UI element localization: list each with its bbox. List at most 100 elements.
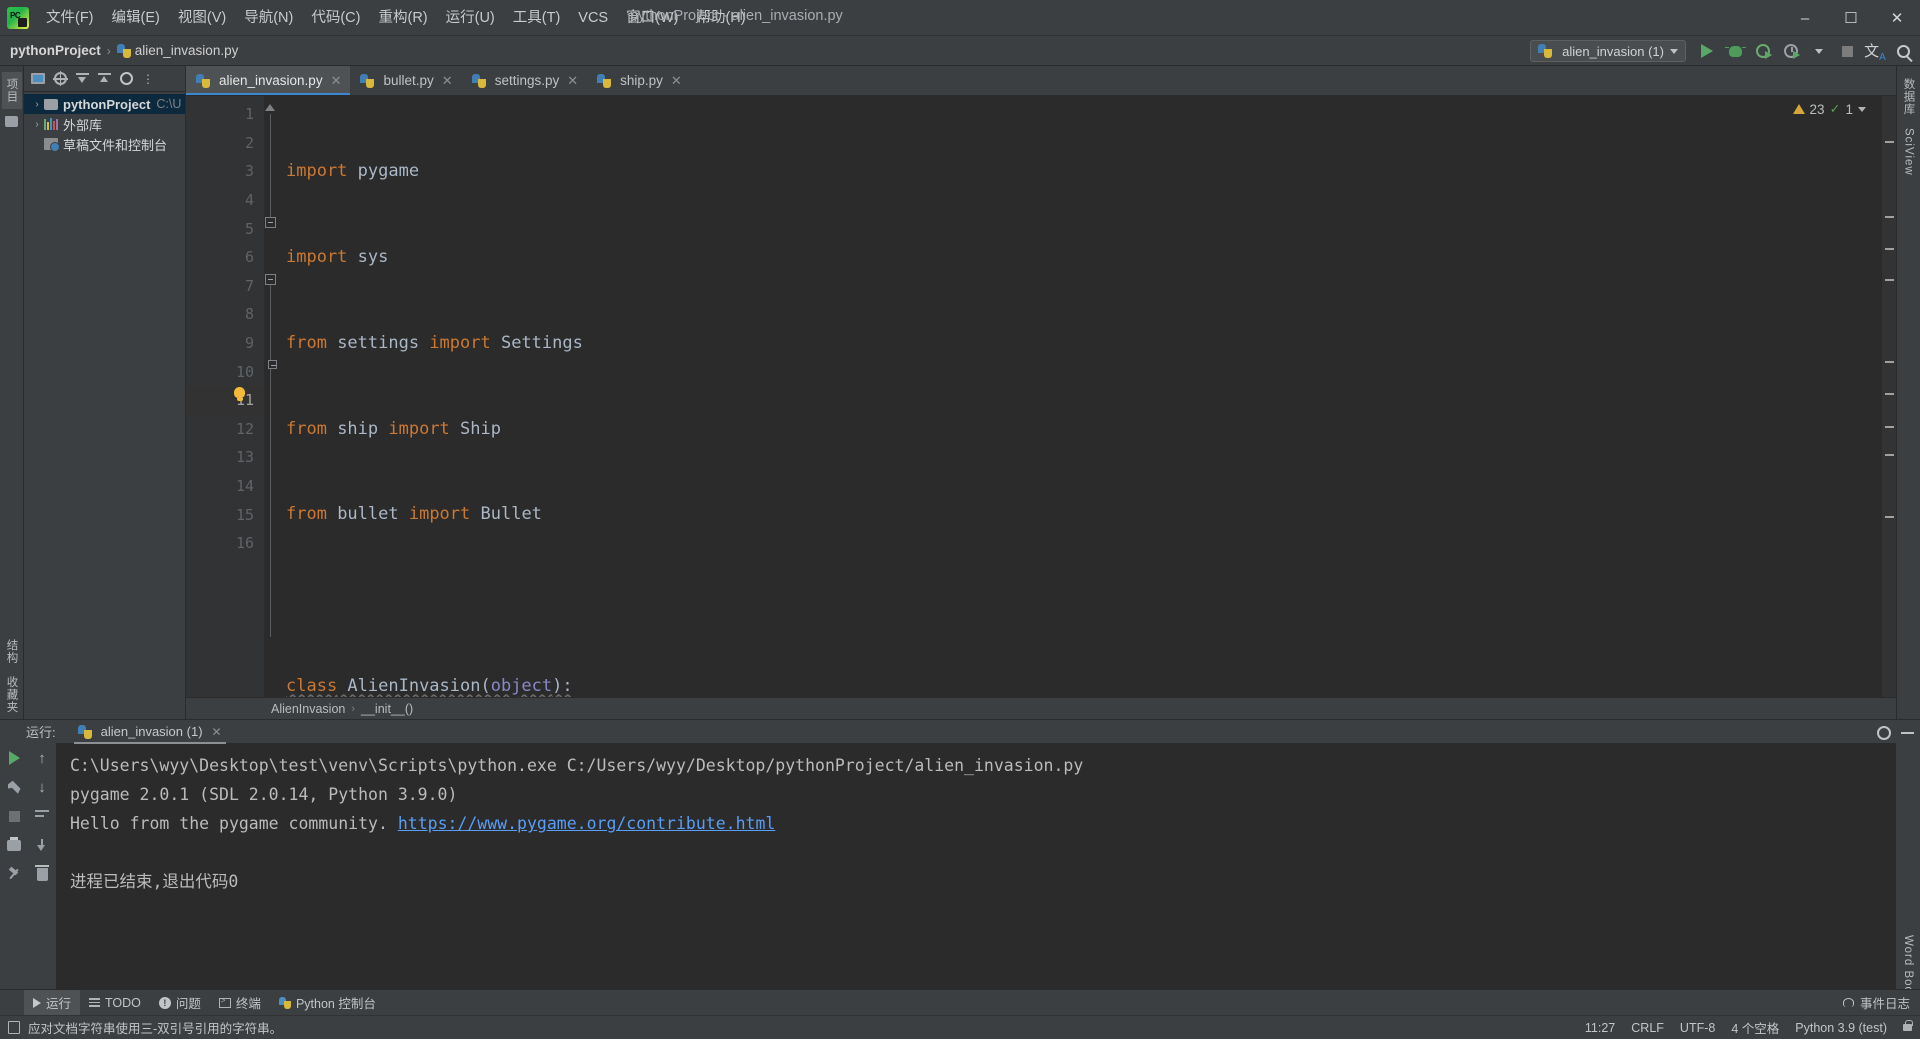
editor-tab-bullet[interactable]: bullet.py ✕ <box>350 66 461 95</box>
tool-tab-database[interactable]: 数据库 <box>1899 72 1919 122</box>
close-icon[interactable]: ✕ <box>442 73 453 89</box>
run-button[interactable] <box>1694 38 1720 64</box>
tool-tab-sciview[interactable]: SciView <box>1901 122 1917 182</box>
tool-tab-favorites[interactable]: 收藏夹 <box>2 670 22 720</box>
scroll-to-end-button[interactable] <box>33 836 51 854</box>
stop-button[interactable] <box>1834 38 1860 64</box>
tree-node-pythonproject[interactable]: › pythonProject C:\U <box>24 94 185 114</box>
run-configuration-selector[interactable]: alien_invasion (1) <box>1530 40 1686 62</box>
chevron-right-icon[interactable]: › <box>30 99 44 110</box>
tree-node-scratches[interactable]: 草稿文件和控制台 <box>24 134 185 154</box>
menu-item-tools[interactable]: 工具(T) <box>504 5 570 31</box>
bottom-tab-python-console[interactable]: Python 控制台 <box>270 990 385 1015</box>
bottom-tab-todo[interactable]: TODO <box>80 993 150 1013</box>
line-number: 9 <box>244 334 254 353</box>
editor-tab-settings[interactable]: settings.py ✕ <box>462 66 587 95</box>
more-dots-icon[interactable]: ⋮ <box>138 69 158 89</box>
folder-icon[interactable] <box>5 116 18 127</box>
python-interpreter[interactable]: Python 3.9 (test) <box>1795 1021 1887 1035</box>
debug-button[interactable] <box>1722 38 1748 64</box>
close-icon[interactable]: ✕ <box>671 73 682 89</box>
close-icon[interactable]: ✕ <box>331 73 342 89</box>
profile-dropdown[interactable] <box>1806 38 1832 64</box>
breadcrumb-class[interactable]: AlienInvasion <box>271 702 345 716</box>
search-everywhere-button[interactable] <box>1890 38 1916 64</box>
editor-tab-ship[interactable]: ship.py ✕ <box>587 66 691 95</box>
file-encoding[interactable]: UTF-8 <box>1680 1021 1715 1035</box>
pygame-contribute-link[interactable]: https://www.pygame.org/contribute.html <box>398 814 776 833</box>
line-separator[interactable]: CRLF <box>1631 1021 1664 1035</box>
fold-marker-class[interactable] <box>265 274 276 285</box>
menu-item-edit[interactable]: 编辑(E) <box>103 5 169 31</box>
run-settings-button[interactable] <box>5 778 23 796</box>
minimize-icon[interactable]: – <box>1782 0 1828 36</box>
console-output[interactable]: C:\Users\wyy\Desktop\test\venv\Scripts\p… <box>56 743 1896 989</box>
menu-item-run[interactable]: 运行(U) <box>437 5 504 31</box>
stop-button[interactable] <box>5 807 23 825</box>
bottom-tab-run[interactable]: 运行 <box>24 990 81 1015</box>
fold-marker-method[interactable] <box>268 360 277 369</box>
menu-item-vcs[interactable]: VCS <box>569 5 617 31</box>
code-text-area[interactable]: import pygame import sys from settings i… <box>278 96 1882 697</box>
gear-icon[interactable] <box>116 69 136 89</box>
menu-item-file[interactable]: 文件(F) <box>37 5 103 31</box>
scroll-down-button[interactable]: ↓ <box>33 778 51 796</box>
breadcrumb-file[interactable]: alien_invasion.py <box>135 43 239 58</box>
caret-position[interactable]: 11:27 <box>1585 1021 1615 1035</box>
gear-icon[interactable] <box>1877 726 1891 740</box>
editor-tab-alien-invasion[interactable]: alien_invasion.py ✕ <box>186 66 351 95</box>
chevron-right-icon[interactable]: › <box>30 119 44 130</box>
select-opened-file-icon[interactable] <box>28 69 48 89</box>
line-number-gutter[interactable]: 1 2 3 4 5 6 7 8 9 10 11 12 13 14 15 16 <box>186 96 264 697</box>
inspection-check-icon: ✓ <box>1829 101 1841 116</box>
fold-marker-imports[interactable] <box>265 217 276 228</box>
run-panel-body: ↑ ↓ C:\Users\wyy\Desktop\test\venv\Scrip… <box>0 743 1920 1001</box>
run-tab-alien-invasion[interactable]: alien_invasion (1) ✕ <box>70 722 230 745</box>
project-tree: › pythonProject C:\U › 外部库 草稿文件和控制台 <box>24 92 185 719</box>
menu-item-view[interactable]: 视图(V) <box>169 5 235 31</box>
warning-triangle-icon <box>1792 104 1805 114</box>
profile-button[interactable] <box>1778 38 1804 64</box>
soft-wrap-button[interactable] <box>33 807 51 825</box>
close-icon[interactable]: ✕ <box>567 73 578 89</box>
bottom-tab-problems[interactable]: ! 问题 <box>150 990 210 1015</box>
clear-all-button[interactable] <box>33 864 51 883</box>
pin-button[interactable] <box>5 865 23 883</box>
expand-all-icon[interactable] <box>72 69 92 89</box>
intention-bulb-icon[interactable] <box>234 387 245 401</box>
indent-setting[interactable]: 4 个空格 <box>1731 1018 1779 1037</box>
menu-item-code[interactable]: 代码(C) <box>302 5 369 31</box>
minimize-icon[interactable] <box>1901 732 1914 734</box>
debug-bug-icon <box>1724 45 1746 57</box>
python-file-icon <box>1538 44 1553 58</box>
menu-item-navigate[interactable]: 导航(N) <box>235 5 302 31</box>
tool-tab-structure[interactable]: 结构 <box>2 633 22 670</box>
tool-tab-project[interactable]: 项目 <box>1 72 22 109</box>
error-stripe[interactable] <box>1882 96 1896 697</box>
translate-button[interactable]: 文A <box>1862 38 1888 64</box>
breadcrumb-project[interactable]: pythonProject <box>10 43 101 58</box>
bottom-tab-terminal[interactable]: 终端 <box>210 990 270 1015</box>
breadcrumb-method[interactable]: __init__() <box>361 702 413 716</box>
code-editor[interactable]: 1 2 3 4 5 6 7 8 9 10 11 12 13 14 15 16 i… <box>186 96 1896 697</box>
lock-icon[interactable] <box>1903 1020 1913 1031</box>
chevron-down-icon[interactable] <box>1858 106 1866 112</box>
rerun-button[interactable] <box>5 749 23 767</box>
close-icon[interactable]: ✕ <box>1874 0 1920 36</box>
inspection-widget[interactable]: 23 ✓ 1 <box>1792 101 1866 117</box>
coverage-button[interactable] <box>1750 38 1776 64</box>
close-icon[interactable]: ✕ <box>212 725 222 739</box>
print-button[interactable] <box>5 836 23 854</box>
tree-node-external-libraries[interactable]: › 外部库 <box>24 114 185 134</box>
line-number: 14 <box>235 477 254 496</box>
maximize-icon[interactable]: ☐ <box>1828 0 1874 36</box>
event-log-button[interactable]: 事件日志 <box>1842 993 1910 1012</box>
locate-target-icon[interactable] <box>50 69 70 89</box>
status-message: 应对文档字符串使用三-双引号引用的字符串。 <box>28 1022 283 1036</box>
menu-item-refactor[interactable]: 重构(R) <box>369 5 436 31</box>
scroll-up-button[interactable]: ↑ <box>33 749 51 767</box>
code-folding-gutter[interactable] <box>264 96 278 697</box>
navigation-bar: pythonProject › alien_invasion.py alien_… <box>0 36 1920 66</box>
collapse-all-icon[interactable] <box>94 69 114 89</box>
fold-marker-collapsed[interactable] <box>265 104 276 111</box>
